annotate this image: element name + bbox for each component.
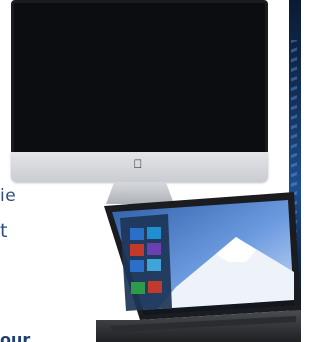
tile bbox=[147, 227, 161, 239]
scene: ie t our  bbox=[0, 0, 301, 342]
tile bbox=[148, 281, 162, 293]
text-fragment-1: ie bbox=[0, 186, 17, 206]
tile bbox=[131, 282, 145, 294]
tile bbox=[130, 228, 144, 240]
start-menu bbox=[120, 214, 172, 311]
tile bbox=[130, 244, 144, 256]
text-fragment-2: t bbox=[0, 220, 8, 242]
apple-logo-icon:  bbox=[131, 157, 145, 171]
text-fragment-3: our bbox=[0, 330, 31, 342]
imac-display bbox=[11, 0, 268, 157]
tile bbox=[130, 260, 144, 272]
tile bbox=[147, 259, 161, 271]
laptop-illustration bbox=[96, 192, 301, 342]
laptop bbox=[96, 192, 301, 342]
tile bbox=[147, 243, 161, 255]
